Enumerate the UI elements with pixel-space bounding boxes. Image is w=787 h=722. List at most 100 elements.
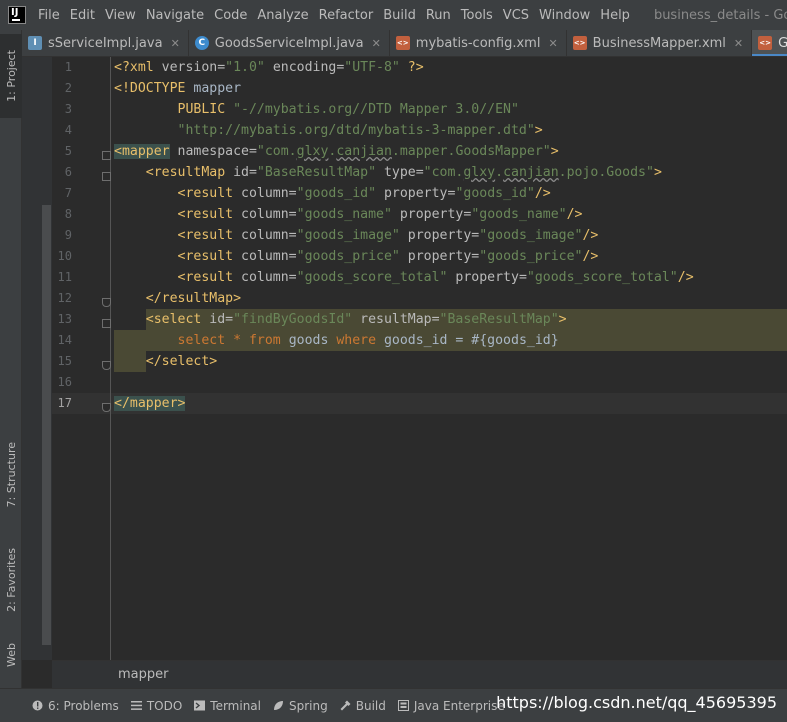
- line-number: 17: [57, 396, 72, 410]
- tab-label: mybatis-config.xml: [415, 35, 541, 51]
- java-enterprise-tool-button[interactable]: Java Enterprise: [397, 698, 505, 713]
- todo-icon: [130, 701, 142, 710]
- favorites-tool-button[interactable]: 2: Favorites: [0, 535, 22, 625]
- code-line-9: <result column="goods_image" property="g…: [114, 228, 599, 243]
- close-icon[interactable]: ✕: [734, 37, 743, 50]
- line-number: 4: [64, 123, 72, 137]
- window-title: business_details - GoodsM: [653, 7, 787, 23]
- breadcrumb: mapper: [52, 660, 787, 688]
- left-tool-strip: 1: Project 7: Structure 2: Favorites Web: [0, 30, 22, 688]
- code-line-5: <mapper namespace="com.glxy.canjian.mapp…: [114, 144, 559, 159]
- tab-goods-service-impl[interactable]: C GoodsServiceImpl.java ✕: [189, 30, 390, 56]
- code-line-3: PUBLIC "-//mybatis.org//DTD Mapper 3.0//…: [114, 102, 519, 117]
- watermark-text: https://blog.csdn.net/qq_45695395: [496, 693, 777, 712]
- problems-tool-button[interactable]: 6: Problems: [32, 699, 119, 713]
- java-class-icon: C: [194, 36, 209, 50]
- menu-refactor[interactable]: Refactor: [315, 8, 378, 23]
- menu-vcs[interactable]: VCS: [499, 8, 533, 23]
- build-icon: [340, 700, 351, 711]
- line-number: 3: [64, 102, 72, 116]
- right-margin-guide: [110, 57, 111, 660]
- terminal-tool-button[interactable]: Terminal: [194, 699, 261, 713]
- line-number: 11: [57, 270, 72, 284]
- menu-file[interactable]: File: [34, 8, 64, 23]
- todo-label: TODO: [146, 698, 183, 713]
- line-number: 12: [57, 291, 72, 305]
- code-line-2: <!DOCTYPE mapper: [114, 81, 242, 96]
- code-line-1: <?xml version="1.0" encoding="UTF-8" ?>: [114, 60, 424, 75]
- java-enterprise-label: Java Enterprise: [413, 698, 505, 713]
- line-number: 2: [64, 81, 72, 95]
- editor-tab-bar: I sServiceImpl.java ✕ C GoodsServiceImpl…: [22, 30, 787, 57]
- fold-icon[interactable]: [102, 151, 111, 160]
- code-line-12: </resultMap>: [114, 291, 242, 306]
- favorites-tool-label: 2: Favorites: [4, 548, 18, 612]
- line-number: 9: [64, 228, 72, 242]
- line-number: 6: [64, 165, 72, 179]
- structure-tool-button[interactable]: 7: Structure: [0, 430, 22, 520]
- code-line-17: </mapper>: [114, 396, 186, 411]
- spring-tool-button[interactable]: Spring: [273, 699, 328, 713]
- build-tool-button[interactable]: Build: [340, 699, 386, 713]
- menu-window[interactable]: Window: [535, 8, 594, 23]
- tab-label: GoodsServiceImpl.java: [214, 35, 364, 51]
- tab-label: BusinessMapper.xml: [592, 35, 726, 51]
- xml-file-icon: <>: [572, 36, 587, 50]
- java-interface-icon: I: [28, 36, 42, 50]
- xml-file-icon: <>: [758, 36, 773, 50]
- menu-tools[interactable]: Tools: [457, 8, 497, 23]
- structure-tool-label: 7: Structure: [4, 442, 18, 508]
- menu-build[interactable]: Build: [379, 8, 420, 23]
- menu-code[interactable]: Code: [210, 8, 251, 23]
- tab-label: GoodsMappe: [778, 36, 787, 51]
- menu-analyze[interactable]: Analyze: [253, 8, 312, 23]
- project-tool-label: 1: Project: [4, 50, 18, 102]
- breadcrumb-item-mapper[interactable]: mapper: [118, 667, 168, 682]
- fold-end-icon[interactable]: [102, 361, 111, 370]
- todo-tool-button[interactable]: TODO: [130, 698, 183, 713]
- code-line-7: <result column="goods_id" property="good…: [114, 186, 551, 201]
- code-line-4: "http://mybatis.org/dtd/mybatis-3-mapper…: [114, 123, 543, 138]
- fold-end-icon[interactable]: [102, 298, 111, 307]
- web-tool-button[interactable]: Web: [0, 630, 22, 680]
- java-enterprise-icon: [397, 700, 409, 711]
- fold-icon[interactable]: [102, 319, 111, 328]
- spring-icon: [274, 701, 283, 710]
- project-tool-button[interactable]: 1: Project: [0, 34, 22, 118]
- menu-navigate[interactable]: Navigate: [142, 8, 208, 23]
- code-line-14: select * from goods where goods_id = #{g…: [114, 333, 559, 348]
- menu-view[interactable]: View: [101, 8, 140, 23]
- line-number: 15: [57, 354, 72, 368]
- web-tool-label: Web: [4, 643, 18, 667]
- intellij-logo-icon[interactable]: [8, 6, 26, 24]
- tab-service-impl[interactable]: I sServiceImpl.java ✕: [22, 30, 189, 56]
- code-line-10: <result column="goods_price" property="g…: [114, 249, 599, 264]
- tab-mybatis-config[interactable]: <> mybatis-config.xml ✕: [390, 30, 567, 56]
- menu-help[interactable]: Help: [596, 8, 634, 23]
- line-number: 5: [64, 144, 72, 158]
- line-number: 13: [57, 312, 72, 326]
- problems-icon: [32, 700, 43, 711]
- line-number: 1: [64, 60, 72, 74]
- fold-icon[interactable]: [102, 172, 111, 181]
- close-icon[interactable]: ✕: [548, 37, 557, 50]
- line-number: 10: [57, 249, 72, 263]
- problems-label: 6: Problems: [48, 698, 119, 713]
- close-icon[interactable]: ✕: [171, 37, 180, 50]
- line-number: 7: [64, 186, 72, 200]
- close-icon[interactable]: ✕: [372, 37, 381, 50]
- menu-run[interactable]: Run: [422, 8, 455, 23]
- line-number: 14: [57, 333, 72, 347]
- code-line-15: </select>: [114, 354, 218, 369]
- terminal-label: Terminal: [210, 698, 261, 713]
- menu-edit[interactable]: Edit: [66, 8, 99, 23]
- line-number: 16: [57, 375, 72, 389]
- build-label: Build: [355, 698, 386, 713]
- tab-business-mapper[interactable]: <> BusinessMapper.xml ✕: [567, 30, 753, 56]
- tab-label: sServiceImpl.java: [48, 35, 163, 51]
- code-line-6: <resultMap id="BaseResultMap" type="com.…: [114, 165, 662, 180]
- tab-goods-mapper[interactable]: <> GoodsMappe: [752, 30, 787, 56]
- xml-file-icon: <>: [395, 36, 410, 50]
- fold-end-icon[interactable]: [102, 403, 111, 412]
- menu-bar: File Edit View Navigate Code Analyze Ref…: [0, 0, 787, 30]
